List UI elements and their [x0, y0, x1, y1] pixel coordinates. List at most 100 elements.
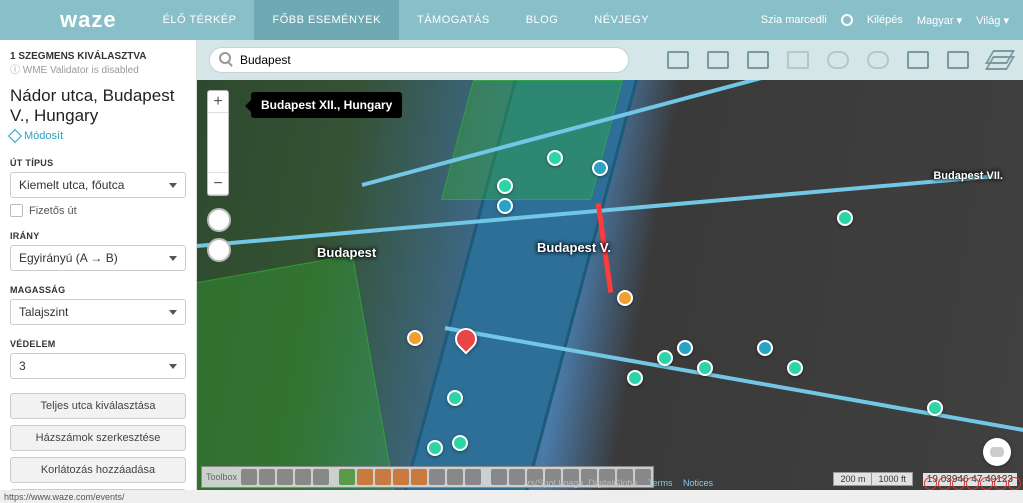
elevation-label: MAGASSÁG	[10, 285, 186, 295]
pencil-icon	[8, 129, 22, 143]
toolbox-icon[interactable]	[667, 51, 689, 69]
undo-icon[interactable]	[827, 51, 849, 69]
search-input[interactable]	[209, 47, 629, 73]
add-restriction-button[interactable]: Korlátozás hozzáadása	[10, 457, 186, 483]
tool-button[interactable]	[411, 469, 427, 485]
nav-blog[interactable]: BLOG	[508, 0, 577, 40]
tool-button[interactable]	[313, 469, 329, 485]
direction-select[interactable]: Egyirányú (A → B)	[10, 245, 186, 271]
caret-icon	[169, 310, 177, 315]
save-icon[interactable]	[787, 51, 809, 69]
map-pin[interactable]	[497, 178, 513, 194]
toll-checkbox[interactable]: Fizetős út	[10, 204, 186, 217]
nav-about[interactable]: NÉVJEGY	[576, 0, 667, 40]
world-select[interactable]: Világ ▾	[976, 14, 1009, 27]
label-bp-vii: Budapest VII.	[933, 170, 1003, 182]
status-bar: https://www.waze.com/events/	[0, 490, 1023, 503]
caret-icon	[169, 364, 177, 369]
waze-logo[interactable]: waze	[0, 7, 145, 33]
edit-house-numbers-button[interactable]: Házszámok szerkesztése	[10, 425, 186, 451]
caret-icon	[169, 256, 177, 261]
main-nav: ÉLŐ TÉRKÉP FŐBB ESEMÉNYEK TÁMOGATÁS BLOG…	[145, 0, 668, 40]
label-budapest: Budapest	[317, 245, 376, 260]
map-pin[interactable]	[697, 360, 713, 376]
label-bp-v: Budapest V.	[537, 240, 611, 255]
status-icon[interactable]	[980, 477, 993, 490]
lock-select[interactable]: 3	[10, 353, 186, 379]
search-icon	[219, 52, 231, 64]
layers-icon[interactable]	[987, 50, 1011, 70]
status-icon[interactable]	[952, 477, 965, 490]
tool-button[interactable]	[295, 469, 311, 485]
nav-support[interactable]: TÁMOGATÁS	[399, 0, 508, 40]
map-pin[interactable]	[497, 198, 513, 214]
tool-button[interactable]	[357, 469, 373, 485]
map-pin[interactable]	[617, 290, 633, 306]
zoom-in-button[interactable]: +	[208, 91, 228, 113]
map-pin[interactable]	[407, 330, 423, 346]
scale-imperial: 1000 ft	[872, 473, 912, 485]
locate-icon[interactable]	[207, 208, 231, 232]
map-pin[interactable]	[657, 350, 673, 366]
chat-icon[interactable]	[983, 438, 1011, 466]
checkbox-icon	[10, 204, 23, 217]
tool-button[interactable]	[259, 469, 275, 485]
flag-icon[interactable]	[947, 51, 969, 69]
target-icon[interactable]	[207, 238, 231, 262]
tool-button[interactable]	[339, 469, 355, 485]
edit-name-link[interactable]: Módosít	[10, 130, 63, 142]
left-panel: 1 SZEGMENS KIVÁLASZTVA ⓘ WME Validator i…	[0, 40, 197, 490]
gear-icon[interactable]	[841, 14, 853, 26]
tool-button[interactable]	[491, 469, 507, 485]
places-icon[interactable]	[707, 51, 729, 69]
tool-button[interactable]	[375, 469, 391, 485]
tool-button[interactable]	[447, 469, 463, 485]
map-pin[interactable]	[452, 435, 468, 451]
logout-link[interactable]: Kilépés	[867, 14, 903, 26]
status-icon[interactable]	[966, 477, 979, 490]
road-type-label: ÚT TÍPUS	[10, 158, 186, 168]
nav-live-map[interactable]: ÉLŐ TÉRKÉP	[145, 0, 255, 40]
map-pin[interactable]	[427, 440, 443, 456]
permalink-icon[interactable]	[747, 51, 769, 69]
zoom-slider[interactable]	[208, 113, 228, 173]
redo-icon[interactable]	[867, 51, 889, 69]
map-pin[interactable]	[447, 390, 463, 406]
lock-label: VÉDELEM	[10, 339, 186, 349]
zoom-out-button[interactable]: −	[208, 173, 228, 195]
status-icon[interactable]	[938, 477, 951, 490]
map-pin[interactable]	[592, 160, 608, 176]
status-icon[interactable]	[924, 477, 937, 490]
tool-button[interactable]	[393, 469, 409, 485]
tool-button[interactable]	[241, 469, 257, 485]
notices-link[interactable]: Notices	[683, 478, 713, 488]
tool-button[interactable]	[277, 469, 293, 485]
map-canvas[interactable]: Budapest Budapest V. Budapest VII. Budap…	[197, 80, 1023, 490]
map-attribution: rs/Spot Image, DigitalGlobe Terms Notice…	[527, 478, 713, 488]
map-pin[interactable]	[837, 210, 853, 226]
scale-bar: 200 m 1000 ft	[833, 472, 913, 486]
search-box	[209, 47, 629, 73]
map-pin[interactable]	[757, 340, 773, 356]
language-select[interactable]: Magyar ▾	[917, 14, 962, 27]
map-pin[interactable]	[627, 370, 643, 386]
trash-icon[interactable]	[907, 51, 929, 69]
elevation-select[interactable]: Talajszint	[10, 299, 186, 325]
map-pin[interactable]	[547, 150, 563, 166]
road-type-select[interactable]: Kiemelt utca, főutca	[10, 172, 186, 198]
select-whole-street-button[interactable]: Teljes utca kiválasztása	[10, 393, 186, 419]
map-pin[interactable]	[927, 400, 943, 416]
status-icon[interactable]	[1008, 477, 1021, 490]
park-area	[197, 255, 398, 490]
selection-count: 1 SZEGMENS KIVÁLASZTVA	[10, 50, 186, 64]
terms-link[interactable]: Terms	[648, 478, 673, 488]
user-greeting: Szia marcedli	[761, 14, 827, 26]
tool-button[interactable]	[429, 469, 445, 485]
status-icon[interactable]	[994, 477, 1007, 490]
nav-events[interactable]: FŐBB ESEMÉNYEK	[254, 0, 398, 40]
map-pin[interactable]	[677, 340, 693, 356]
tool-button[interactable]	[465, 469, 481, 485]
scale-metric: 200 m	[834, 473, 872, 485]
map-pin[interactable]	[787, 360, 803, 376]
tool-button[interactable]	[509, 469, 525, 485]
